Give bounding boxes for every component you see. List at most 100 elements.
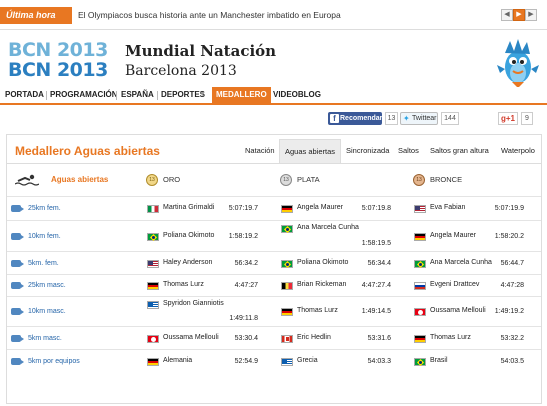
gold-athlete-name: Alemania	[163, 357, 193, 364]
nav-divider	[157, 91, 158, 100]
event-link[interactable]: 25km masc.	[11, 275, 66, 296]
country-flag-icon	[147, 282, 159, 290]
breaking-news-headline[interactable]: El Olympiacos busca historia ante un Man…	[78, 7, 341, 24]
event-name: 10km fem.	[28, 232, 61, 240]
table-row: 5km por equipos Alemania 52:54.9 Grecia 54:0…	[7, 349, 541, 373]
twitter-bird-icon: ✦	[403, 114, 410, 123]
panel-divider	[7, 163, 541, 164]
video-camera-icon	[11, 259, 24, 267]
bronze-athlete-name: Ana Marcela Cunha	[430, 259, 492, 266]
country-flag-icon	[414, 282, 426, 290]
nav-item-videoblog[interactable]: VIDEOBLOG	[273, 87, 321, 103]
silver-time: 56:34.4	[367, 260, 391, 267]
nav-divider	[46, 91, 47, 100]
tab-natacion[interactable]: Natación	[240, 139, 280, 163]
medal-table-panel: Medallero Aguas abiertas Natación Aguas …	[6, 134, 542, 404]
table-row: 10km fem. Poliana Okimoto 1:58:19.2 Ana Mar…	[7, 220, 541, 251]
main-nav: PORTADA PROGRAMACIÓN ESPAÑA DEPORTES ▼ M…	[0, 87, 547, 105]
bronze-athlete-name: Brasil	[430, 357, 448, 364]
video-camera-icon	[11, 308, 24, 315]
bronze-athlete-name: Oussama Mellouli	[430, 307, 486, 314]
country-flag-icon	[414, 358, 426, 367]
silver-athlete-name: Brian Rickeman	[297, 281, 347, 288]
silver-time: 53:31.6	[367, 335, 391, 342]
event-link[interactable]: 5km. fem.	[11, 252, 59, 274]
gold-time: 1:58:19.2	[228, 233, 258, 240]
country-flag-icon	[281, 335, 293, 343]
country-flag-icon	[147, 335, 159, 343]
country-flag-icon	[281, 260, 293, 269]
medal-table-title: Medallero Aguas abiertas	[15, 144, 160, 158]
table-row: 5km masc. Oussama Mellouli 53:30.4 Eric Hed…	[7, 326, 541, 349]
country-flag-icon	[281, 282, 293, 290]
chevron-down-icon[interactable]: ▼	[199, 87, 206, 103]
nav-divider	[116, 91, 117, 100]
gold-athlete-name: Martina Grimaldi	[163, 204, 215, 211]
nav-item-portada[interactable]: PORTADA	[5, 87, 44, 103]
silver-athlete-name: Thomas Lurz	[297, 307, 338, 314]
gold-athlete-name: Haley Anderson	[163, 259, 213, 266]
event-link[interactable]: 5km masc.	[11, 327, 62, 349]
facebook-icon: f	[330, 114, 339, 123]
country-flag-icon	[414, 335, 426, 343]
silver-time: 1:58:19.5	[361, 240, 391, 247]
social-share-bar: f Recomendar 13 ✦ Twittear 144 g+1 9	[0, 110, 547, 128]
bronze-athlete-name: Evgeni Drattcev	[430, 281, 480, 288]
table-row: 5km. fem. Haley Anderson 56:34.2 Poliana Ok…	[7, 251, 541, 274]
event-link[interactable]: 5km por equipos	[11, 350, 80, 373]
twitter-count: 144	[441, 112, 459, 125]
bronze-time: 56:44.7	[500, 260, 524, 267]
chevron-left-icon[interactable]: ◀	[501, 9, 513, 21]
twitter-tweet-button[interactable]: ✦ Twittear	[400, 112, 438, 125]
bronze-athlete-name: Thomas Lurz	[430, 334, 471, 341]
gold-time: 4:47:27	[234, 282, 258, 289]
event-link[interactable]: 10km fem.	[11, 221, 61, 251]
logo-line-1: BCN 2013	[8, 39, 108, 61]
silver-column-header: PLATA	[297, 175, 320, 184]
event-name: 5km masc.	[28, 334, 62, 342]
country-flag-icon	[147, 358, 159, 366]
event-name: 10km masc.	[28, 308, 66, 315]
gold-athlete-name: Oussama Mellouli	[163, 334, 219, 341]
video-camera-icon	[11, 282, 24, 289]
chevron-right-icon[interactable]: ▶	[525, 9, 537, 21]
fish-mascot-icon	[497, 39, 539, 88]
silver-medal-icon: 13	[280, 174, 292, 186]
bronze-time: 4:47:28	[500, 282, 524, 289]
bronze-time: 54:03.5	[500, 358, 524, 365]
google-plus-one-button[interactable]: g+1	[498, 112, 518, 125]
breaking-news-tag: Última hora	[0, 7, 72, 24]
bcn2013-logo[interactable]: BCN 2013 BCN 2013	[8, 40, 118, 82]
nav-item-programacion[interactable]: PROGRAMACIÓN	[50, 87, 118, 103]
tab-saltos-gran-altura[interactable]: Saltos gran altura	[425, 139, 494, 163]
video-camera-icon	[11, 232, 24, 240]
video-camera-icon	[11, 358, 24, 365]
tab-aguas-abiertas[interactable]: Aguas abiertas	[279, 139, 342, 163]
site-title: Mundial Natación	[125, 42, 277, 60]
table-row: 10km masc. Spyridon Gianniotis 1:49:11.8 Th…	[7, 296, 541, 326]
silver-time: 5:07:19.8	[361, 205, 391, 212]
tab-saltos[interactable]: Saltos	[393, 139, 424, 163]
silver-athlete-name: Grecia	[297, 357, 318, 364]
gold-athlete-name: Poliana Okimoto	[163, 232, 215, 239]
silver-athlete-name: Ana Marcela Cunha	[297, 224, 359, 231]
country-flag-icon	[281, 205, 293, 213]
video-camera-icon	[11, 205, 24, 212]
gold-athlete-name: Spyridon Gianniotis	[163, 300, 224, 307]
tab-sincronizada[interactable]: Sincronizada	[341, 139, 394, 163]
country-flag-icon	[147, 260, 159, 268]
tab-waterpolo[interactable]: Waterpolo	[496, 139, 540, 163]
country-flag-icon	[281, 358, 293, 366]
nav-item-medallero[interactable]: MEDALLERO	[212, 87, 271, 103]
play-icon[interactable]: ▶	[513, 9, 525, 21]
event-link[interactable]: 10km masc.	[11, 297, 66, 326]
silver-time: 4:47:27.4	[361, 282, 391, 289]
event-link[interactable]: 25km fem.	[11, 197, 61, 220]
breaking-news-bar: Última hora El Olympiacos busca historia…	[0, 0, 547, 30]
gold-athlete-name: Thomas Lurz	[163, 281, 204, 288]
bronze-time: 53:32.2	[500, 335, 524, 342]
silver-athlete-name: Eric Hedlin	[297, 334, 331, 341]
facebook-recommend-button[interactable]: f Recomendar	[328, 112, 382, 125]
nav-item-espana[interactable]: ESPAÑA	[121, 87, 154, 103]
silver-time: 54:03.3	[367, 358, 391, 365]
